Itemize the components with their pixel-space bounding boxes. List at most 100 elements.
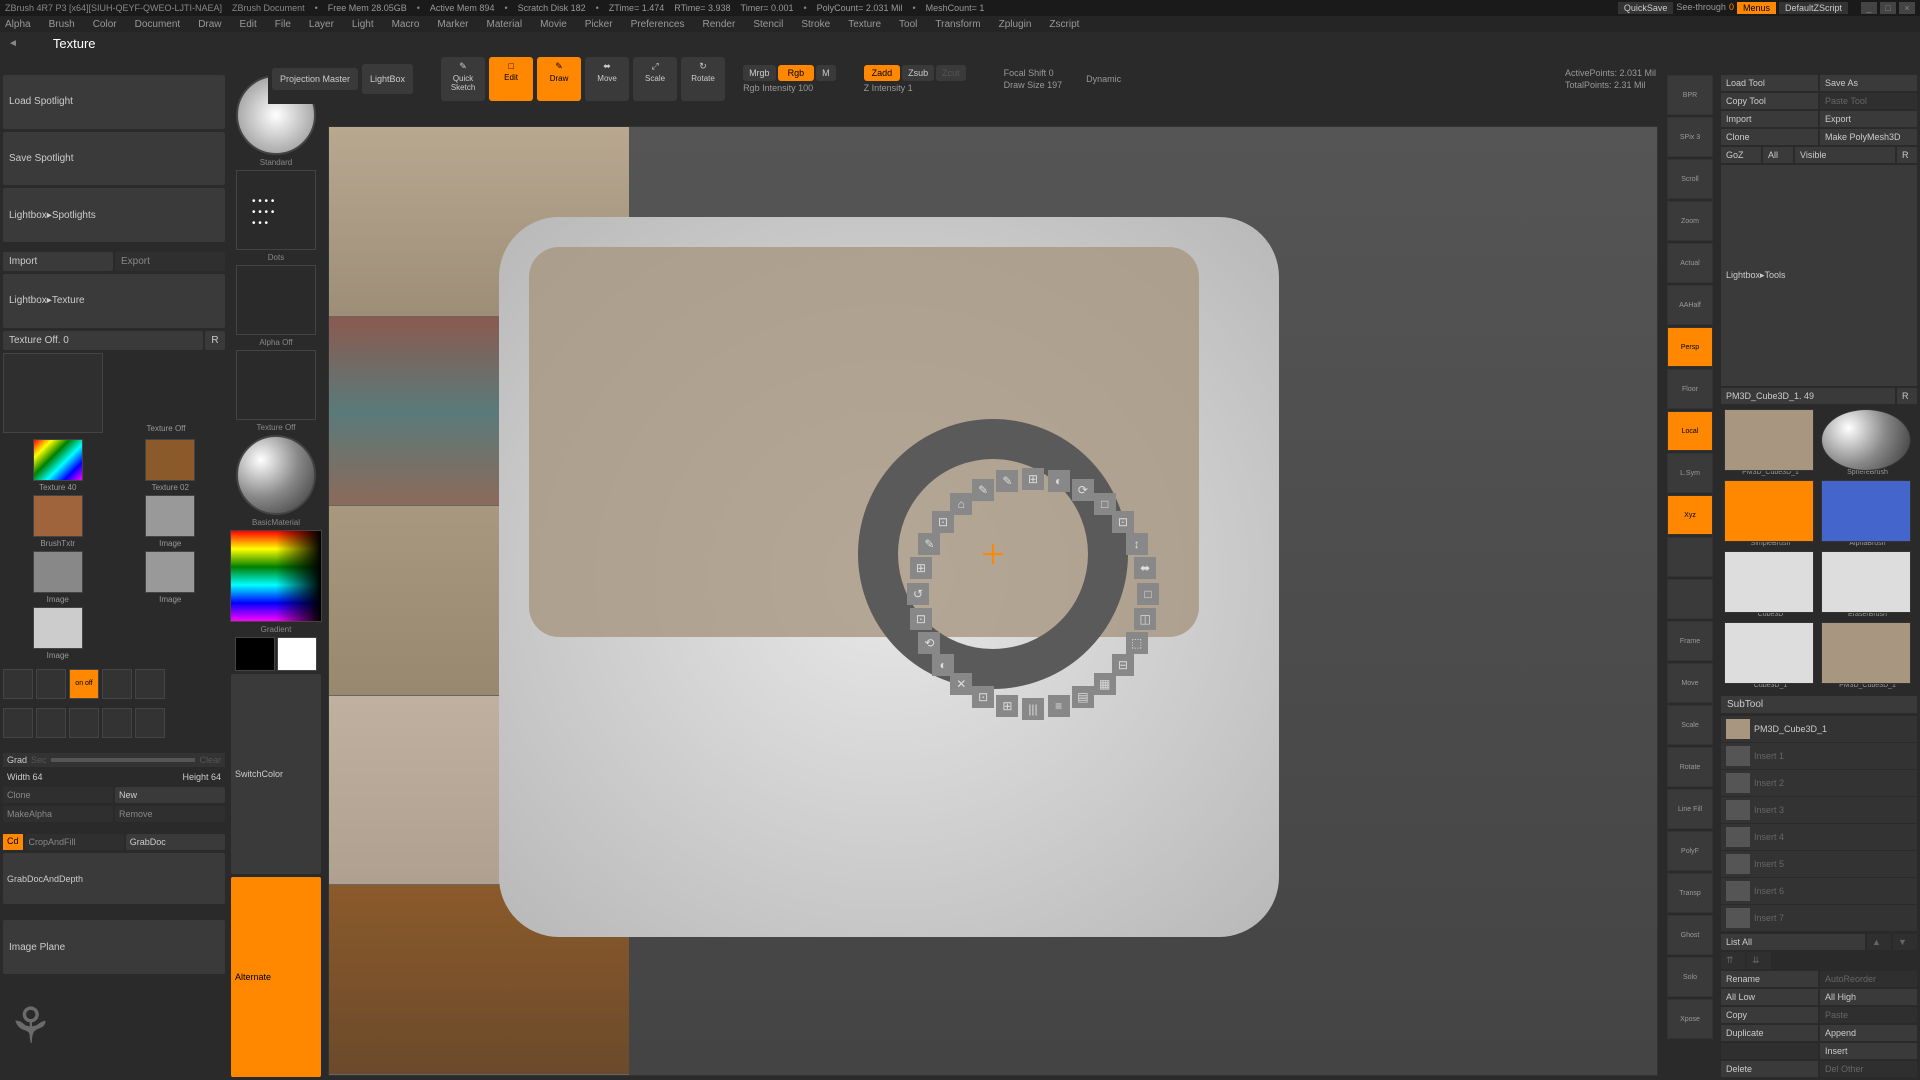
move-button[interactable]: ⬌Move xyxy=(585,57,629,101)
tool-icon-8[interactable] xyxy=(69,708,99,738)
menu-color[interactable]: Color xyxy=(93,19,117,30)
export-tool-button[interactable]: Export xyxy=(1820,111,1917,127)
wheel-icon-22[interactable]: ⊞ xyxy=(910,557,932,579)
draw-button[interactable]: ✎Draw xyxy=(537,57,581,101)
subtool-header[interactable]: SubTool xyxy=(1721,696,1917,713)
tool-thumb[interactable] xyxy=(1821,551,1911,613)
rgb-button[interactable]: Rgb xyxy=(778,65,815,81)
rename-button[interactable]: Rename xyxy=(1721,971,1818,987)
subtool-item[interactable]: Insert 6 xyxy=(1721,878,1917,904)
texture-swatch[interactable] xyxy=(145,495,195,537)
grabdocdepth-button[interactable]: GrabDocAndDepth xyxy=(3,853,225,905)
nav-transp[interactable]: Transp xyxy=(1667,873,1713,913)
tool-icon-7[interactable] xyxy=(36,708,66,738)
nav-aahalf[interactable]: AAHalf xyxy=(1667,285,1713,325)
autoreorder-button[interactable]: AutoReorder xyxy=(1820,971,1917,987)
wheel-icon-6[interactable]: ⬌ xyxy=(1134,557,1156,579)
copy-button[interactable]: Copy xyxy=(1721,1007,1818,1023)
wheel-icon-23[interactable]: ✎ xyxy=(918,533,940,555)
new-button[interactable]: New xyxy=(115,787,225,803)
wheel-icon-21[interactable]: ↺ xyxy=(907,583,929,605)
duplicate-button[interactable]: Duplicate xyxy=(1721,1025,1818,1041)
menu-macro[interactable]: Macro xyxy=(392,19,420,30)
texture-swatch[interactable] xyxy=(33,495,83,537)
minimize-icon[interactable]: _ xyxy=(1861,2,1877,14)
seethrough-value[interactable]: 0 xyxy=(1729,2,1734,14)
menus-button[interactable]: Menus xyxy=(1737,2,1776,14)
tool-thumb[interactable] xyxy=(1821,622,1911,684)
all-button[interactable]: All xyxy=(1763,147,1793,163)
lightbox-tools-button[interactable]: Lightbox▸Tools xyxy=(1721,165,1917,386)
menu-brush[interactable]: Brush xyxy=(49,19,75,30)
subtool-item[interactable]: Insert 1 xyxy=(1721,743,1917,769)
z-intensity-label[interactable]: Z Intensity 1 xyxy=(864,83,966,93)
menu-zscript[interactable]: Zscript xyxy=(1049,19,1079,30)
texture-item[interactable]: Image xyxy=(116,495,226,548)
gradient-label[interactable]: Gradient xyxy=(261,625,292,634)
height-label[interactable]: Height 64 xyxy=(182,772,221,782)
load-spotlight-button[interactable]: Load Spotlight xyxy=(3,75,225,129)
r-button-right[interactable]: R xyxy=(1897,147,1917,163)
all-low-button[interactable]: All Low xyxy=(1721,989,1818,1005)
nav-xpose[interactable]: Xpose xyxy=(1667,999,1713,1039)
visible-button[interactable]: Visible xyxy=(1795,147,1895,163)
switchcolor-button[interactable]: SwitchColor xyxy=(231,674,321,874)
rotate-button[interactable]: ↻Rotate xyxy=(681,57,725,101)
width-label[interactable]: Width 64 xyxy=(7,772,43,782)
wheel-icon-11[interactable]: ▦ xyxy=(1094,673,1116,695)
wheel-icon-25[interactable]: ⌂ xyxy=(950,493,972,515)
color-white[interactable] xyxy=(277,637,317,671)
nav-floor[interactable]: Floor xyxy=(1667,369,1713,409)
subtool-item[interactable]: Insert 7 xyxy=(1721,905,1917,931)
texture-preview-large[interactable] xyxy=(3,353,103,433)
tool-icon-6[interactable] xyxy=(3,708,33,738)
viewport[interactable]: ⊞◐⟳□⊡↕⬌□◫⬚⊟▦▤≡|||⊞⊡✕◐⟲⊡↺⊞✎⊡⌂✎✎ xyxy=(328,126,1658,1076)
wheel-icon-4[interactable]: ⊡ xyxy=(1112,511,1134,533)
subtool-item[interactable]: Insert 3 xyxy=(1721,797,1917,823)
edit-button[interactable]: □Edit xyxy=(489,57,533,101)
tool-icon-onoff[interactable]: on off xyxy=(69,669,99,699)
save-as-button[interactable]: Save As xyxy=(1820,75,1917,91)
clone-tool-button[interactable]: Clone xyxy=(1721,129,1818,145)
tool-thumb[interactable] xyxy=(1724,480,1814,542)
chevron-left-icon[interactable]: ◄ xyxy=(8,38,18,49)
tool-thumb[interactable] xyxy=(1724,622,1814,684)
projection-master-button[interactable]: Projection Master xyxy=(272,68,358,91)
texture-item[interactable]: Texture 40 xyxy=(3,439,113,492)
tool-thumb[interactable] xyxy=(1724,551,1814,613)
wheel-icon-12[interactable]: ▤ xyxy=(1072,686,1094,708)
save-spotlight-button[interactable]: Save Spotlight xyxy=(3,132,225,186)
nav-icon[interactable] xyxy=(1667,579,1713,619)
menu-marker[interactable]: Marker xyxy=(437,19,468,30)
paste-tool-button[interactable]: Paste Tool xyxy=(1820,93,1917,109)
imageplane-button[interactable]: Image Plane xyxy=(3,920,225,974)
nav-ghost[interactable]: Ghost xyxy=(1667,915,1713,955)
wheel-icon-9[interactable]: ⬚ xyxy=(1126,632,1148,654)
clone-button[interactable]: Clone xyxy=(3,787,113,803)
nav-solo[interactable]: Solo xyxy=(1667,957,1713,997)
remove-button[interactable]: Remove xyxy=(115,806,225,822)
arrow-up-icon[interactable]: ▲ xyxy=(1867,934,1891,950)
mrgb-button[interactable]: Mrgb xyxy=(743,65,776,81)
tool-thumb[interactable] xyxy=(1821,480,1911,542)
paste-button[interactable]: Paste xyxy=(1820,1007,1917,1023)
makealpha-button[interactable]: MakeAlpha xyxy=(3,806,113,822)
tool-thumb-wrap[interactable]: Cube3D xyxy=(1724,551,1817,618)
import-button[interactable]: Import xyxy=(3,252,113,271)
subtool-item[interactable]: Insert 5 xyxy=(1721,851,1917,877)
texture-item[interactable]: Image xyxy=(3,551,113,604)
delete-button[interactable]: Delete xyxy=(1721,1061,1818,1077)
menu-preferences[interactable]: Preferences xyxy=(631,19,685,30)
export-button[interactable]: Export xyxy=(115,252,225,271)
import-tool-button[interactable]: Import xyxy=(1721,111,1818,127)
tool-icon-5[interactable] xyxy=(135,669,165,699)
tool-icon-9[interactable] xyxy=(102,708,132,738)
grabdoc-button[interactable]: GrabDoc xyxy=(126,834,225,850)
zadd-button[interactable]: Zadd xyxy=(864,65,901,81)
menu-picker[interactable]: Picker xyxy=(585,19,613,30)
tool-thumb-wrap[interactable]: PM3D_Cube3D_1 xyxy=(1724,409,1817,476)
nav-bpr[interactable]: BPR xyxy=(1667,75,1713,115)
material-preview[interactable] xyxy=(236,435,316,515)
quicksketch-button[interactable]: ✎Quick Sketch xyxy=(441,57,485,101)
subtool-item[interactable]: PM3D_Cube3D_1 xyxy=(1721,716,1917,742)
